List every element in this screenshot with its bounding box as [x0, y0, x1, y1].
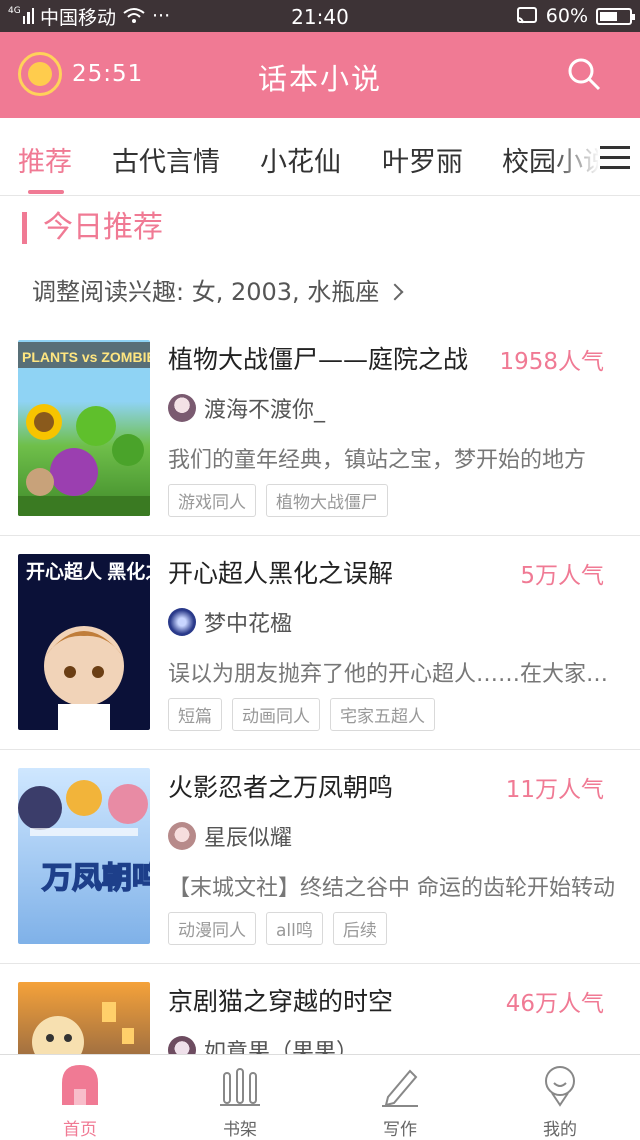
avatar: [168, 608, 196, 636]
book-title: 开心超人黑化之误解: [168, 559, 394, 588]
tab-yeluoli[interactable]: 叶罗丽: [382, 140, 463, 179]
author-name: 渡海不渡你_: [204, 398, 326, 423]
tab-fade: [550, 118, 600, 194]
tag[interactable]: 后续: [332, 912, 387, 945]
book-description: 【末城文社】终结之谷中 命运的齿轮开始转动: [168, 876, 615, 901]
author[interactable]: 梦中花楹: [168, 606, 292, 638]
tag[interactable]: 游戏同人: [168, 484, 256, 517]
tag[interactable]: 动画同人: [232, 698, 320, 731]
book-item[interactable]: PLANTS vs ZOMBIES 植物大战僵尸——庭院之战 1958人气 渡海…: [0, 322, 640, 536]
author-name: 星辰似耀: [204, 826, 293, 851]
nav-label: 我的: [543, 1120, 577, 1140]
nav-label: 写作: [383, 1120, 417, 1140]
cover-art: 开心超人 黑化之误解: [26, 560, 150, 730]
author-name: 如意果（果果）: [204, 1040, 359, 1054]
book-description: 误以为朋友抛弃了他的开心超人……在大家的心中: [168, 662, 618, 687]
book-cover: 开心超人 黑化之误解: [18, 554, 150, 730]
book-description: 我们的童年经典，镇站之宝，梦开始的地方: [168, 448, 587, 473]
book-cover: [18, 982, 150, 1054]
nav-bookshelf[interactable]: 书架: [200, 1063, 280, 1140]
cover-title: 开心超人 黑化之误解: [26, 560, 150, 583]
book-title: 植物大战僵尸——庭院之战: [168, 345, 469, 374]
status-bar: 4G 中国移动 ··· 21:40 60%: [0, 0, 640, 32]
nav-write[interactable]: 写作: [360, 1063, 440, 1140]
pencil-icon: [382, 1069, 418, 1107]
nav-home[interactable]: 首页: [40, 1063, 120, 1140]
tab-recommend[interactable]: 推荐: [18, 140, 72, 179]
tag-list: 游戏同人 植物大战僵尸: [168, 484, 388, 517]
author[interactable]: 星辰似耀: [168, 820, 292, 852]
menu-icon[interactable]: [600, 146, 630, 170]
book-item[interactable]: 京剧猫之穿越的时空 46万人气 如意果（果果）: [0, 964, 640, 1054]
avatar: [168, 394, 196, 422]
author[interactable]: 如意果（果果）: [168, 1034, 358, 1054]
cover-art: [32, 1002, 134, 1054]
chevron-right-icon: [386, 283, 404, 301]
book-cover: PLANTS vs ZOMBIES: [18, 340, 150, 516]
tab-active-indicator: [28, 190, 64, 194]
cover-art: PLANTS vs ZOMBIES: [18, 342, 150, 516]
avatar: [168, 1036, 196, 1054]
home-icon: [62, 1065, 98, 1105]
app-title: 话本小说: [257, 62, 382, 96]
tag-list: 动漫同人 all鸣 后续: [168, 912, 387, 945]
cast-icon: [516, 7, 537, 24]
tag-list: 短篇 动画同人 宅家五超人: [168, 698, 435, 731]
author-name: 梦中花楹: [204, 612, 293, 637]
book-item[interactable]: 开心超人 黑化之误解 开心超人黑化之误解 5万人气 梦中花楹 误以为朋友抛弃了他…: [0, 536, 640, 750]
nav-label: 首页: [63, 1120, 97, 1140]
book-title: 京剧猫之穿越的时空: [168, 987, 394, 1016]
popularity-count: 11万人气: [505, 777, 604, 803]
section-title: 今日推荐: [22, 212, 163, 244]
profile-icon: [545, 1066, 575, 1107]
nav-label: 书架: [223, 1120, 257, 1140]
book-title: 火影忍者之万凤朝鸣: [168, 773, 394, 802]
tag[interactable]: 动漫同人: [168, 912, 256, 945]
bookshelf-icon: [220, 1068, 260, 1106]
preference-link[interactable]: 调整阅读兴趣: 女, 2003, 水瓶座: [32, 272, 404, 307]
author[interactable]: 渡海不渡你_: [168, 392, 325, 424]
popularity-count: 5万人气: [520, 563, 604, 589]
battery-percent: 60%: [545, 5, 588, 27]
book-cover: 万凤朝鸣: [18, 768, 150, 944]
avatar: [168, 822, 196, 850]
tab-ancient-romance[interactable]: 古代言情: [112, 140, 220, 179]
tag[interactable]: 植物大战僵尸: [266, 484, 388, 517]
book-item[interactable]: 万凤朝鸣 火影忍者之万凤朝鸣 11万人气 星辰似耀 【末城文社】终结之谷中 命运…: [0, 750, 640, 964]
cover-art: 万凤朝鸣: [18, 780, 150, 896]
popularity-count: 1958人气: [499, 349, 604, 375]
status-right: 60%: [516, 0, 635, 32]
preference-text: 调整阅读兴趣: 女, 2003, 水瓶座: [32, 278, 380, 306]
book-list: PLANTS vs ZOMBIES 植物大战僵尸——庭院之战 1958人气 渡海…: [0, 322, 640, 1054]
bottom-nav: 首页 书架 写作 我的: [0, 1054, 640, 1140]
tab-xiaohuaxian[interactable]: 小花仙: [260, 140, 341, 179]
tag[interactable]: all鸣: [266, 912, 323, 945]
battery-icon: [596, 7, 635, 25]
popularity-count: 46万人气: [505, 991, 604, 1017]
cover-title: 万凤朝鸣: [42, 862, 150, 895]
category-tabs: 推荐 古代言情 小花仙 叶罗丽 校园小说: [0, 118, 640, 196]
nav-profile[interactable]: 我的: [520, 1063, 600, 1140]
search-icon[interactable]: [566, 56, 602, 92]
cover-title: PLANTS vs ZOMBIES: [22, 349, 150, 365]
tag[interactable]: 宅家五超人: [330, 698, 435, 731]
app-header: 25:51 话本小说: [0, 32, 640, 118]
tag[interactable]: 短篇: [168, 698, 222, 731]
